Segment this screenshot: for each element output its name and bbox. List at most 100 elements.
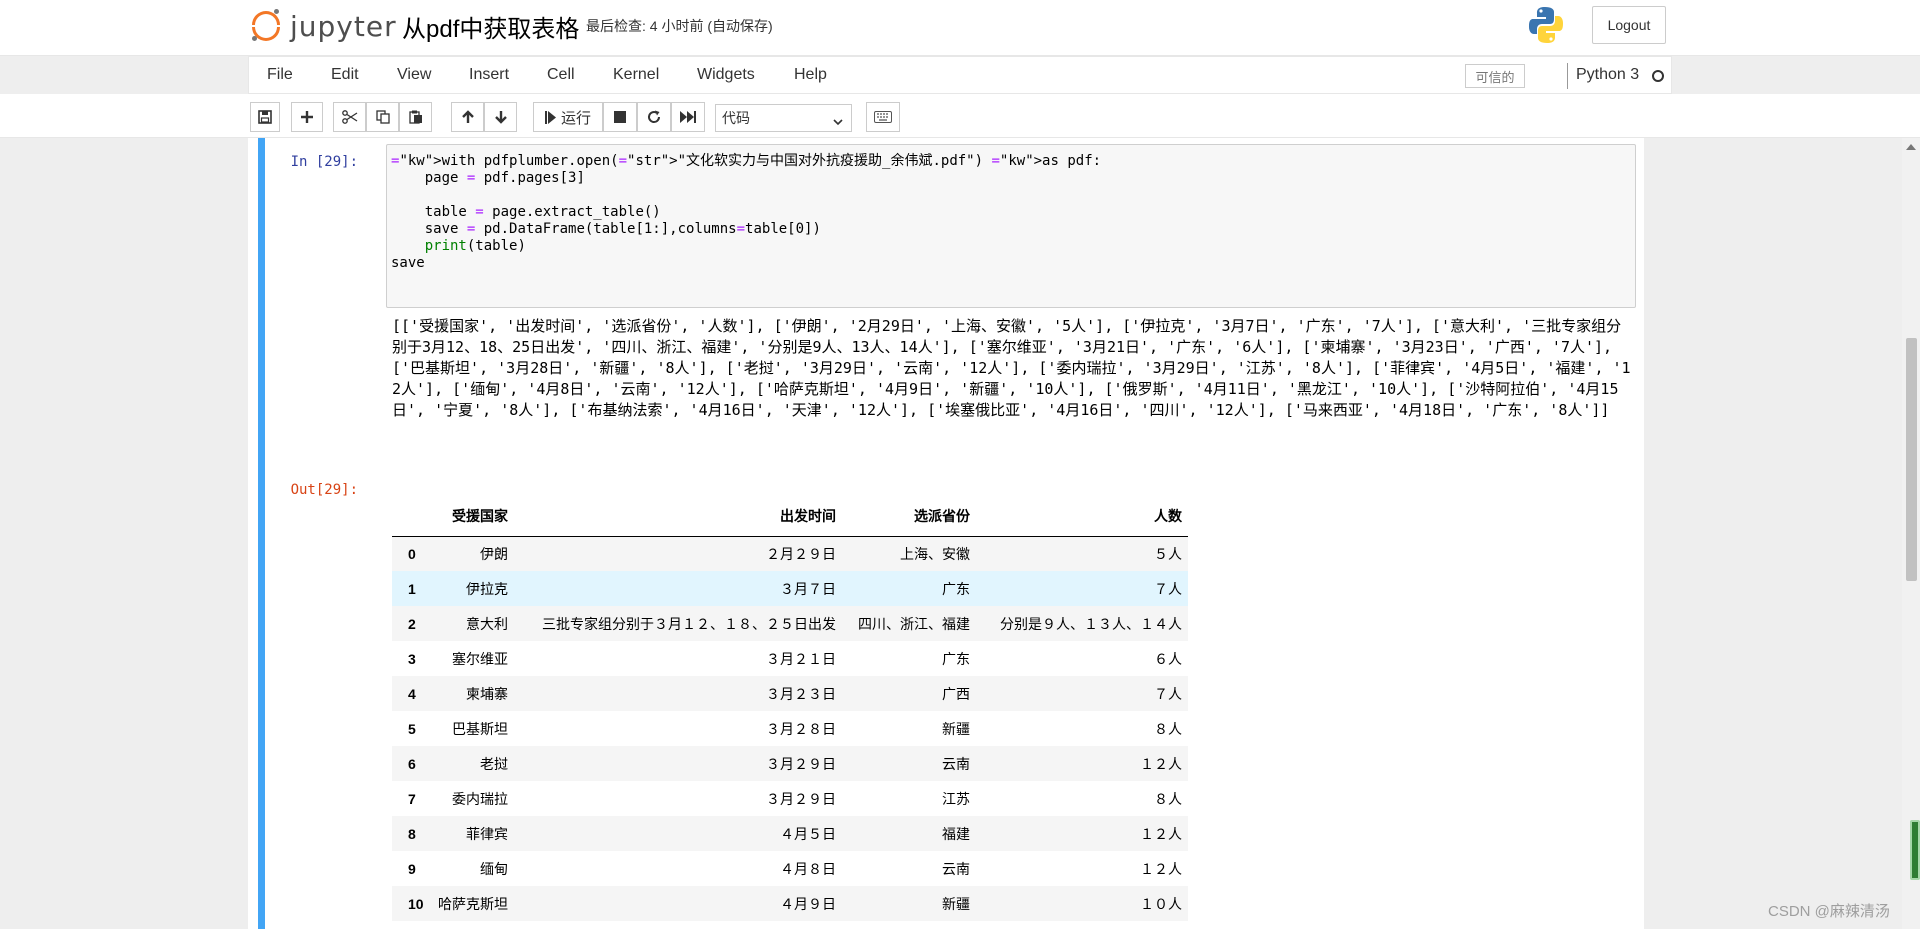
table-cell: 云南 xyxy=(942,860,970,877)
trusted-indicator[interactable]: 可信的 xyxy=(1465,64,1525,88)
column-header: 出发时间 xyxy=(514,496,842,537)
index-header xyxy=(392,496,432,537)
arrow-down-icon xyxy=(494,110,508,124)
table-cell: 上海、安徽 xyxy=(900,545,970,562)
watermark: CSDN @麻辣清汤 xyxy=(1768,903,1890,920)
table-cell: 福建 xyxy=(942,825,970,842)
menu-kernel[interactable]: Kernel xyxy=(613,66,659,84)
paste-icon xyxy=(408,110,423,124)
table-cell: １２人 xyxy=(1140,860,1182,877)
notebook-title[interactable]: 从pdf中获取表格 xyxy=(402,9,579,44)
fast-forward-icon xyxy=(680,111,696,123)
scrollbar-thumb[interactable] xyxy=(1906,338,1917,581)
table-cell: ４月８日 xyxy=(780,860,836,877)
menu-widgets[interactable]: Widgets xyxy=(697,66,755,84)
table-cell: ３月２３日 xyxy=(766,685,836,702)
restart-run-all-button[interactable] xyxy=(671,102,705,132)
row-index: 2 xyxy=(408,615,416,632)
table-cell: 哈萨克斯坦 xyxy=(438,895,508,912)
table-cell: ３月２８日 xyxy=(766,720,836,737)
row-index: 4 xyxy=(408,685,416,702)
menu-edit[interactable]: Edit xyxy=(331,66,359,84)
table-cell: 巴基斯坦 xyxy=(452,720,508,737)
menu-cell[interactable]: Cell xyxy=(547,66,575,84)
table-cell: １２人 xyxy=(1140,825,1182,842)
table-cell: 广东 xyxy=(942,580,970,597)
paste-button[interactable] xyxy=(399,102,432,132)
table-cell: 塞尔维亚 xyxy=(452,650,508,667)
kernel-idle-icon xyxy=(1652,70,1664,82)
table-row: 2 意大利 三批专家组分别于３月１２、１８、２５日出发 四川、浙江、福建 分别是９人、１… xyxy=(392,606,1188,641)
menu-file[interactable]: File xyxy=(267,66,293,84)
menu-insert[interactable]: Insert xyxy=(469,66,509,84)
code-editor[interactable]: ="kw">with pdfplumber.open(="str">"文化软实力… xyxy=(386,144,1636,308)
table-cell: 新疆 xyxy=(942,720,970,737)
page-scrollbar[interactable] xyxy=(1902,138,1920,929)
table-cell: ３月７日 xyxy=(780,580,836,597)
table-cell: ４月５日 xyxy=(780,825,836,842)
menu-help[interactable]: Help xyxy=(794,66,827,84)
table-cell: 分别是９人、１３人、１４人 xyxy=(1000,615,1182,632)
code-line: print(table) xyxy=(424,238,526,254)
insert-cell-button[interactable] xyxy=(291,102,323,132)
move-down-button[interactable] xyxy=(484,102,517,132)
stdout-output: [['受援国家', '出发时间', '选派省份', '人数'], ['伊朗', … xyxy=(392,317,1631,419)
notebook-container: In [29]: ="kw">with pdfplumber.open(="st… xyxy=(248,138,1644,929)
table-cell: 意大利 xyxy=(466,615,508,632)
input-prompt: In [29]: xyxy=(290,154,358,170)
table-cell: 云南 xyxy=(942,755,970,772)
command-palette-button[interactable] xyxy=(866,102,900,132)
run-label: 运行 xyxy=(560,109,591,127)
table-cell: 菲律宾 xyxy=(466,825,508,842)
table-cell: 老挝 xyxy=(480,755,508,772)
table-cell: 委内瑞拉 xyxy=(452,790,508,807)
table-cell: 新疆 xyxy=(942,895,970,912)
table-cell: ８人 xyxy=(1154,720,1182,737)
table-row: 10 哈萨克斯坦 ４月９日 新疆 １０人 xyxy=(392,886,1188,921)
interrupt-button[interactable] xyxy=(603,102,637,132)
table-row: 3 塞尔维亚 ３月２１日 广东 ６人 xyxy=(392,641,1188,676)
jupyter-logo-icon xyxy=(250,9,284,43)
table-cell: 江苏 xyxy=(942,790,970,807)
cell-type-select[interactable]: 代码 xyxy=(715,104,852,132)
kernel-divider xyxy=(1567,63,1568,89)
checkpoint-status: 最后检查: 4 小时前 (自动保存) xyxy=(586,18,773,34)
table-cell: 广西 xyxy=(942,685,970,702)
run-button[interactable]: 运行 xyxy=(533,102,603,132)
jupyter-logo[interactable]: jupyter xyxy=(250,6,397,46)
row-index: 7 xyxy=(408,790,416,807)
table-cell: １０人 xyxy=(1140,895,1182,912)
kernel-name: Python 3 xyxy=(1576,66,1640,83)
cell-type-value: 代码 xyxy=(722,110,750,126)
code-line: ="kw">with pdfplumber.open(="str">"文化软实力… xyxy=(391,153,1102,169)
move-up-button[interactable] xyxy=(451,102,484,132)
side-widget xyxy=(1910,820,1920,880)
code-text[interactable]: ="kw">with pdfplumber.open(="str">"文化软实力… xyxy=(391,151,1102,271)
save-button[interactable] xyxy=(250,102,280,132)
copy-button[interactable] xyxy=(366,102,399,132)
restart-icon xyxy=(647,110,661,124)
toolbar: 运行 代码 xyxy=(0,94,1920,138)
table-cell: ２月２９日 xyxy=(766,545,836,562)
row-index: 8 xyxy=(408,825,416,842)
table-row: 5 巴基斯坦 ３月２８日 新疆 ８人 xyxy=(392,711,1188,746)
scroll-up-arrow-icon[interactable] xyxy=(1906,144,1916,150)
table-row: 9 缅甸 ４月８日 云南 １２人 xyxy=(392,851,1188,886)
column-header: 选派省份 xyxy=(842,496,976,537)
table-cell: ６人 xyxy=(1154,650,1182,667)
table-cell: ５人 xyxy=(1154,545,1182,562)
table-cell: ４月９日 xyxy=(780,895,836,912)
table-cell: １２人 xyxy=(1140,755,1182,772)
row-index: 6 xyxy=(408,755,416,772)
menu-view[interactable]: View xyxy=(397,66,431,84)
table-cell: 广东 xyxy=(942,650,970,667)
logout-button[interactable]: Logout xyxy=(1592,6,1666,44)
cut-button[interactable] xyxy=(333,102,366,132)
code-line: table = page.extract_table() xyxy=(391,204,661,220)
restart-button[interactable] xyxy=(637,102,671,132)
add-icon xyxy=(300,110,314,124)
table-cell: 伊朗 xyxy=(480,545,508,562)
table-cell: ８人 xyxy=(1154,790,1182,807)
code-line: page = pdf.pages[3] xyxy=(391,170,585,186)
row-index: 5 xyxy=(408,720,416,737)
